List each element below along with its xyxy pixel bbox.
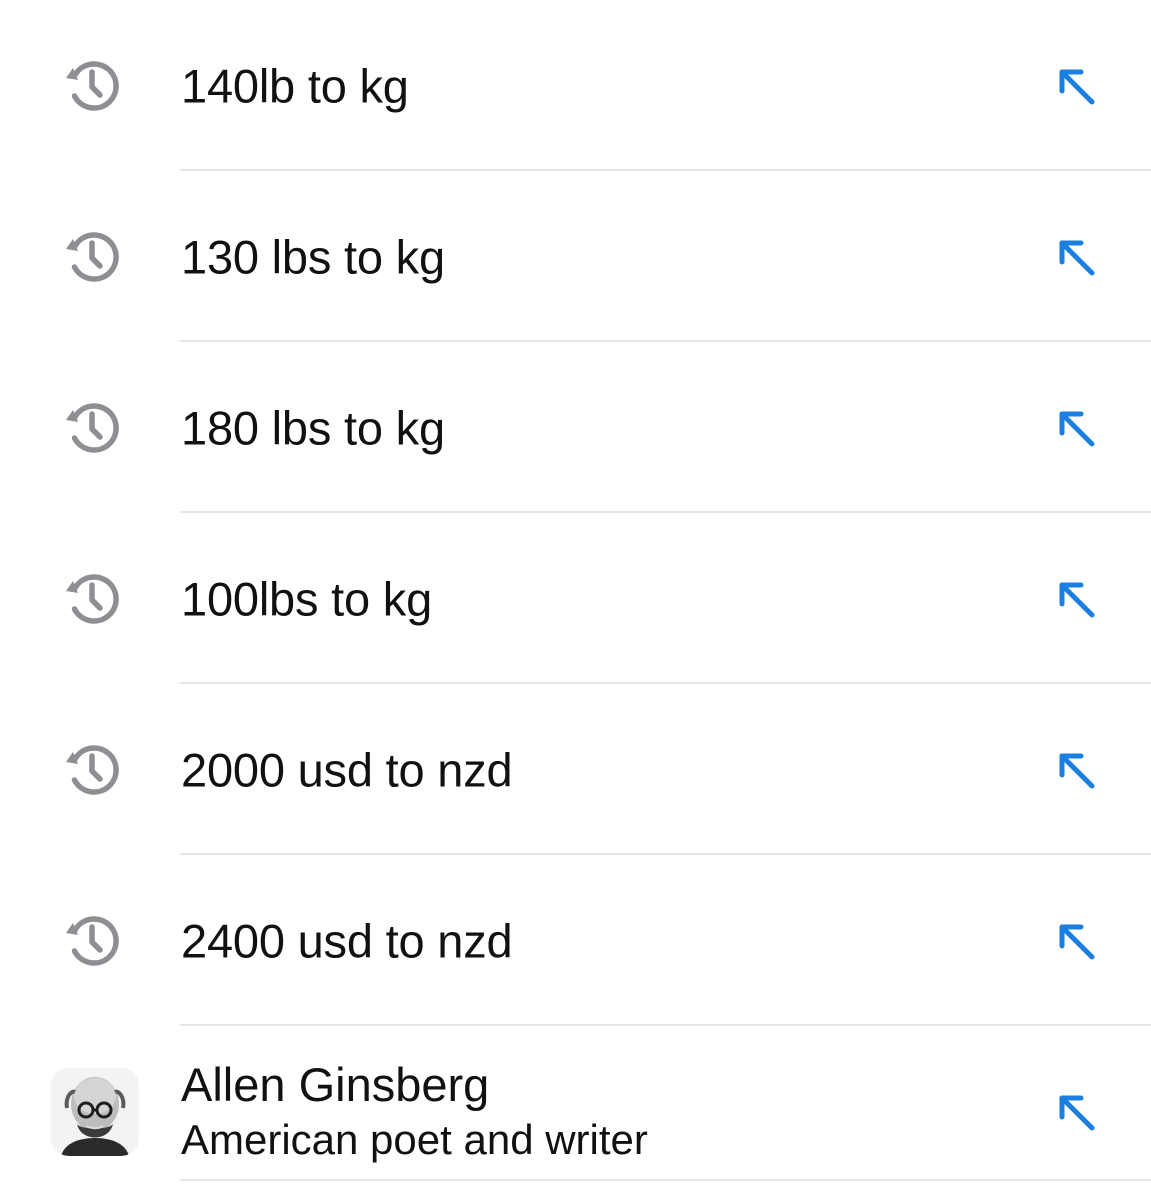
arrow-up-left-icon[interactable] — [1049, 914, 1103, 968]
avatar — [50, 1067, 140, 1157]
search-suggestions-list: 140lb to kg 130 lbs to kg 180 lbs to kg … — [0, 0, 1151, 1200]
history-clock-icon — [60, 225, 124, 289]
history-clock-icon — [60, 738, 124, 802]
entity-suggestion-row[interactable]: Allen Ginsberg American poet and writer — [0, 1026, 1151, 1197]
suggestion-row[interactable]: 2400 usd to nzd — [0, 855, 1151, 1026]
arrow-up-left-icon[interactable] — [1049, 401, 1103, 455]
entity-subtitle: American poet and writer — [181, 1115, 648, 1163]
suggestion-row[interactable]: 100lbs to kg — [0, 513, 1151, 684]
entity-title: Allen Ginsberg — [181, 1057, 490, 1111]
suggestion-text: 130 lbs to kg — [181, 230, 445, 283]
arrow-up-left-icon[interactable] — [1049, 230, 1103, 284]
arrow-up-left-icon[interactable] — [1049, 1085, 1103, 1139]
suggestion-text: 140lb to kg — [181, 59, 409, 112]
suggestion-row[interactable]: 2000 usd to nzd — [0, 684, 1151, 855]
avatar-photo — [51, 1067, 139, 1156]
history-clock-icon — [60, 567, 124, 631]
suggestion-text: 100lbs to kg — [181, 572, 433, 625]
suggestion-text: 2000 usd to nzd — [181, 743, 513, 796]
suggestion-text: 180 lbs to kg — [181, 401, 445, 454]
history-clock-icon — [60, 54, 124, 118]
arrow-up-left-icon[interactable] — [1049, 743, 1103, 797]
entity-text: Allen Ginsberg American poet and writer — [181, 1057, 648, 1167]
arrow-up-left-icon[interactable] — [1049, 59, 1103, 113]
suggestion-row[interactable]: 180 lbs to kg — [0, 342, 1151, 513]
suggestion-row[interactable]: 130 lbs to kg — [0, 171, 1151, 342]
suggestion-row[interactable]: 140lb to kg — [0, 0, 1151, 171]
divider — [180, 1179, 1151, 1181]
suggestion-text: 2400 usd to nzd — [181, 914, 513, 967]
history-clock-icon — [60, 396, 124, 460]
arrow-up-left-icon[interactable] — [1049, 572, 1103, 626]
history-clock-icon — [60, 909, 124, 973]
